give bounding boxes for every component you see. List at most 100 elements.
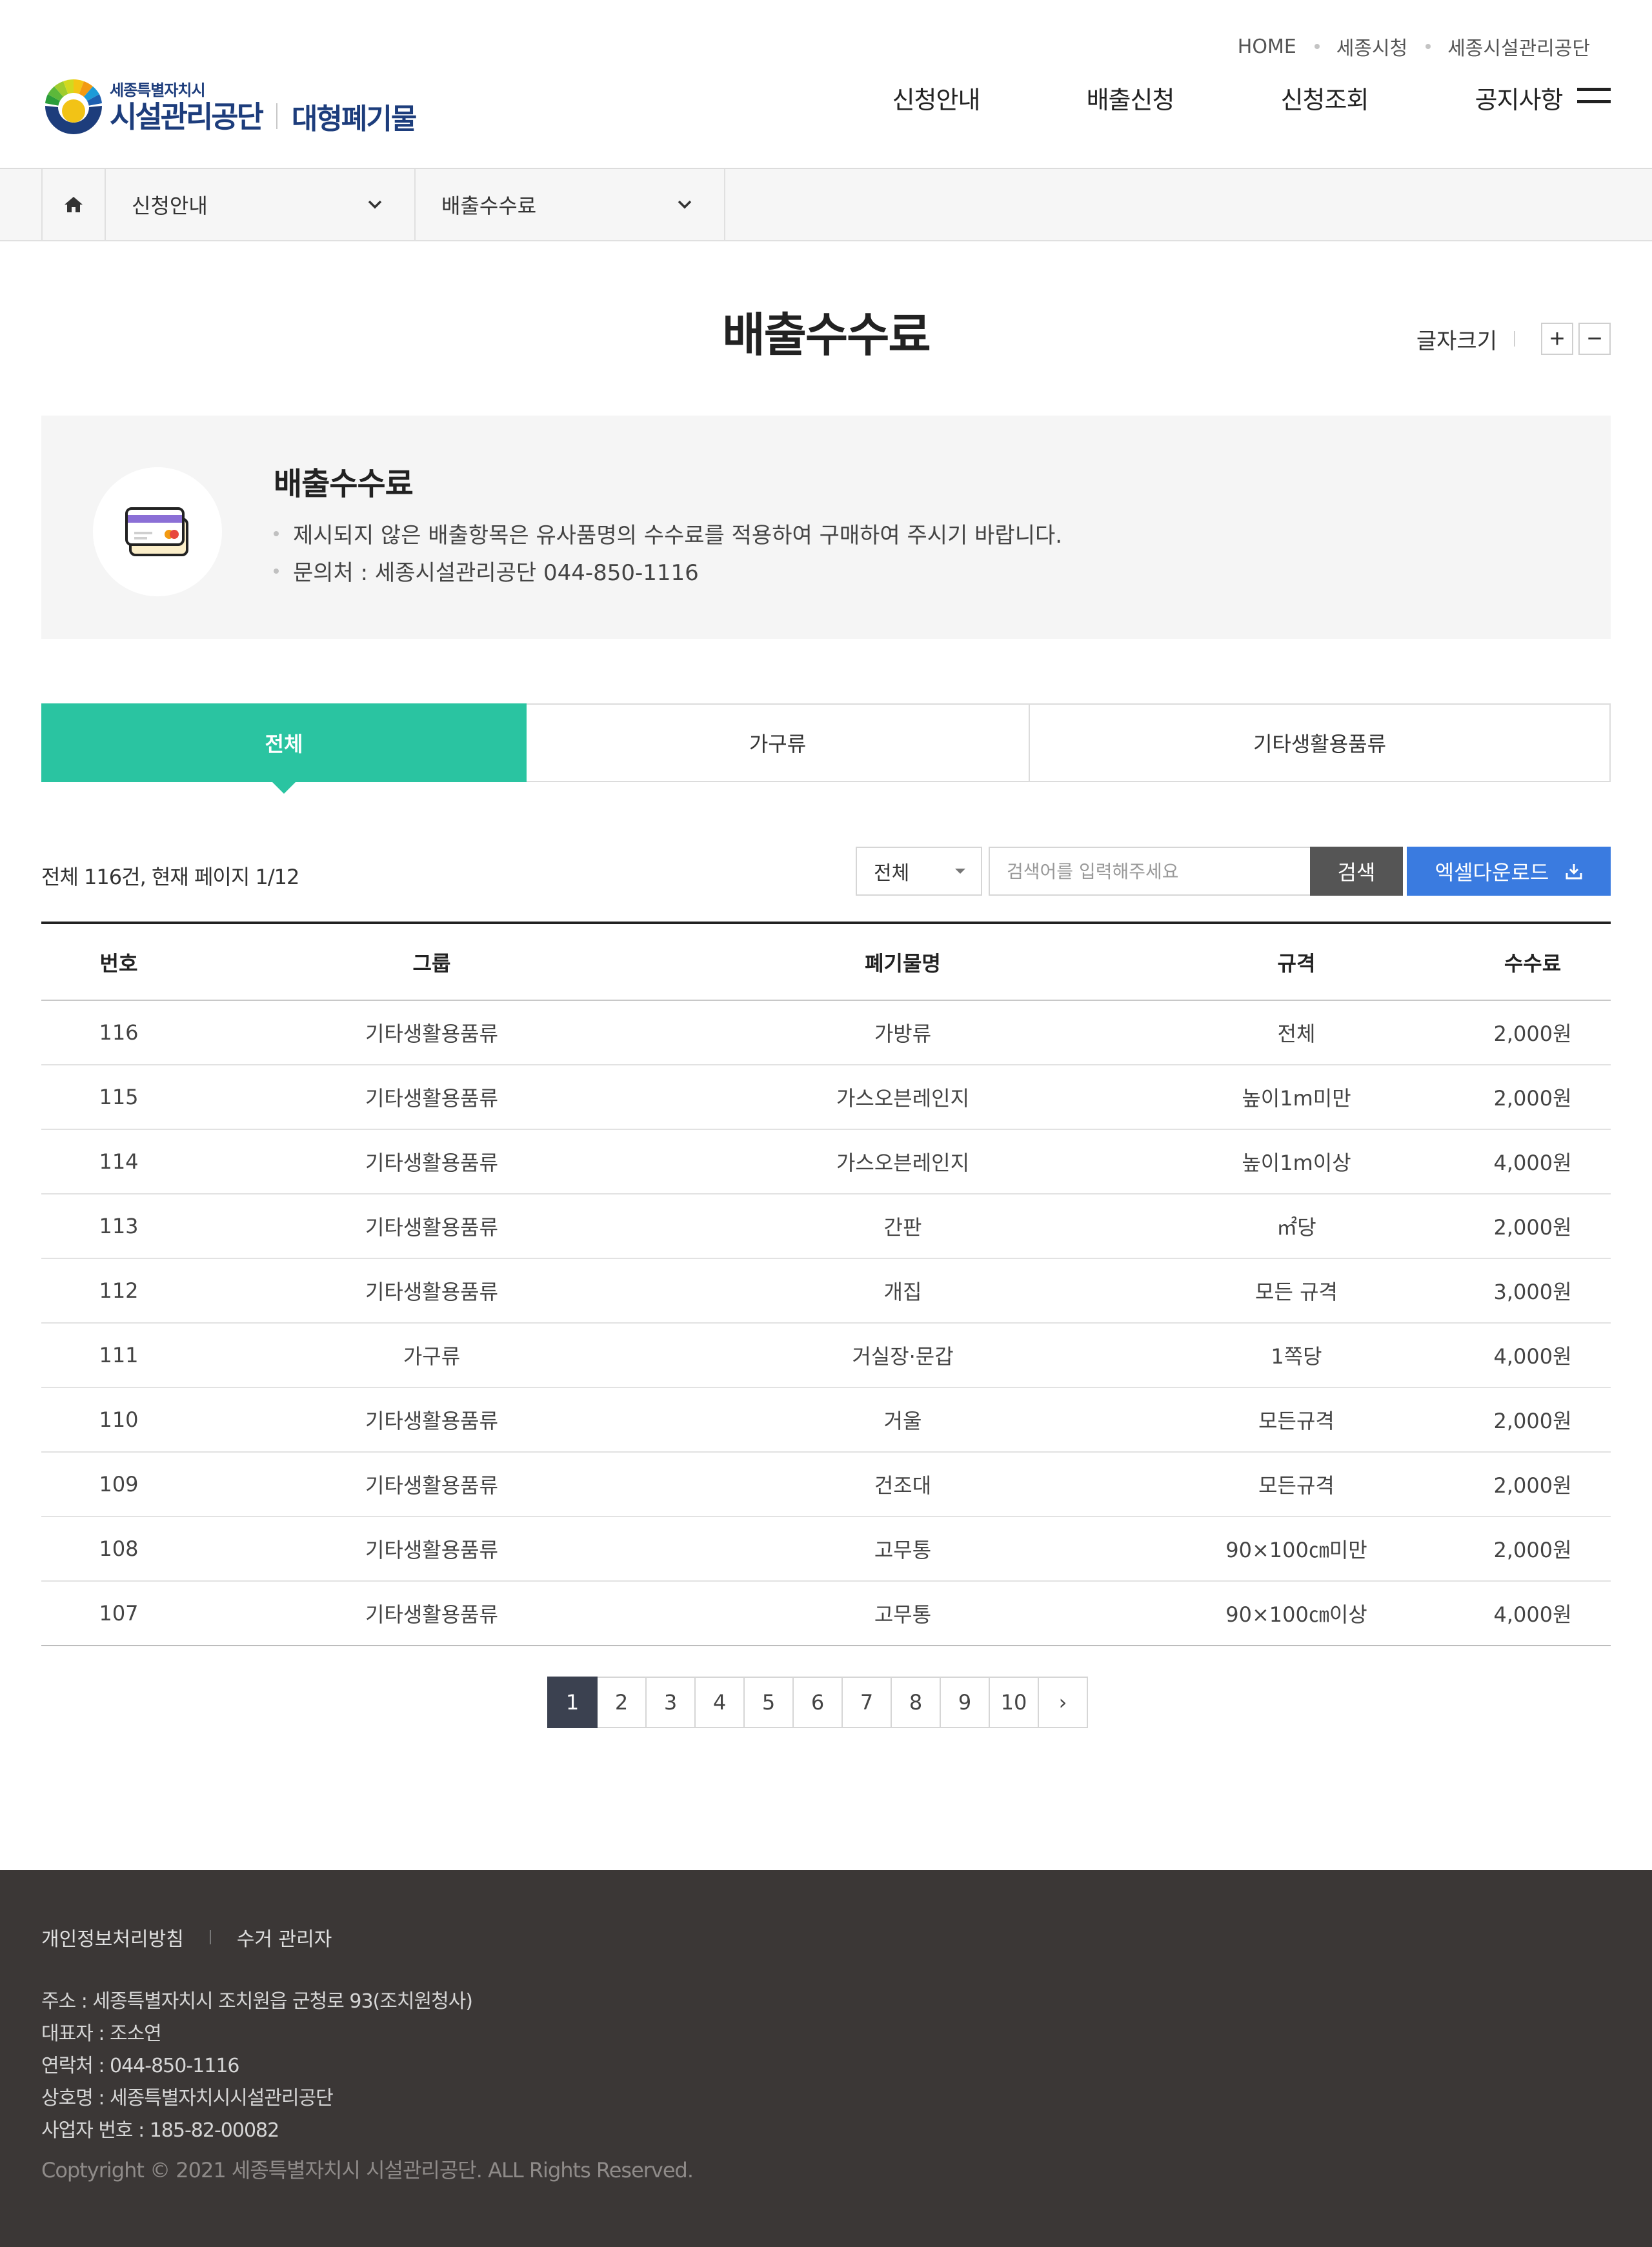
site-header: HOME 세종시청 세종시설관리공단 세종특별자치시 시설관리공단 대형폐기물 …	[0, 0, 1652, 169]
page-link-3[interactable]: 3	[645, 1677, 696, 1728]
tab-all[interactable]: 전체	[41, 703, 527, 794]
location-bar: 신청안내 배출수수료	[0, 169, 1652, 241]
cell-waste-name: 가방류	[667, 1000, 1138, 1065]
search-button[interactable]: 검색	[1310, 847, 1403, 896]
table-row: 109 기타생활용품류 건조대 모든규격 2,000원	[41, 1452, 1611, 1517]
tab-furniture[interactable]: 가구류	[527, 703, 1030, 782]
footer-company: 상호명 : 세종특별자치시시설관리공단	[41, 2087, 334, 2110]
footer-contact: 연락처 : 044-850-1116	[41, 2055, 239, 2077]
util-separator-dot	[1314, 44, 1320, 49]
footer-copyright: Coptyright © 2021 세종특별자치시 시설관리공단. ALL Ri…	[41, 2158, 694, 2182]
logo-title: 시설관리공단	[110, 99, 264, 134]
cell-group: 기타생활용품류	[196, 1387, 667, 1453]
font-size-label: 글자크기	[1416, 328, 1497, 354]
font-size-decrease-button[interactable]: −	[1578, 323, 1611, 355]
table-header-row: 번호 그룹 폐기물명 규격 수수료	[41, 922, 1611, 1001]
util-link-sejong-city[interactable]: 세종시청	[1336, 32, 1407, 61]
cell-fee: 2,000원	[1455, 1000, 1611, 1065]
table-row: 116 기타생활용품류 가방류 전체 2,000원	[41, 1000, 1611, 1065]
next-page-icon[interactable]: ›	[1038, 1677, 1088, 1728]
info-title: 배출수수료	[274, 466, 414, 502]
footer-link-privacy[interactable]: 개인정보처리방침	[41, 1923, 184, 1951]
logo-text: 세종특별자치시 시설관리공단	[110, 81, 264, 134]
cell-waste-name: 고무통	[667, 1581, 1138, 1646]
cell-group: 기타생활용품류	[196, 1516, 667, 1582]
footer-link-separator	[209, 1930, 211, 1944]
location-depth2-dropdown[interactable]: 배출수수료	[416, 169, 725, 240]
util-link-facility-corp[interactable]: 세종시설관리공단	[1447, 32, 1590, 61]
page-link-1[interactable]: 1	[547, 1677, 598, 1728]
logo-service-name: 대형폐기물	[291, 103, 417, 136]
hamburger-icon[interactable]	[1577, 88, 1611, 108]
cell-spec: 높이1m이상	[1138, 1129, 1455, 1194]
cell-number: 113	[41, 1194, 196, 1259]
font-size-separator	[1514, 331, 1515, 347]
cell-number: 108	[41, 1516, 196, 1582]
page-link-4[interactable]: 4	[694, 1677, 745, 1728]
page-link-9[interactable]: 9	[940, 1677, 990, 1728]
page-link-5[interactable]: 5	[743, 1677, 794, 1728]
cell-number: 109	[41, 1452, 196, 1517]
col-header-number: 번호	[41, 922, 196, 1001]
caret-down-icon	[955, 869, 965, 874]
footer-business-number: 사업자 번호 : 185-82-00082	[41, 2119, 279, 2142]
location-depth1-dropdown[interactable]: 신청안내	[106, 169, 416, 240]
table-row: 111 가구류 거실장·문갑 1쪽당 4,000원	[41, 1323, 1611, 1388]
card-icon	[93, 467, 222, 596]
nav-item-lookup[interactable]: 신청조회	[1227, 80, 1422, 116]
font-size-control: 글자크기 + −	[1416, 323, 1611, 355]
location-depth1-label: 신청안내	[132, 194, 208, 218]
cell-waste-name: 가스오븐레인지	[667, 1129, 1138, 1194]
cell-number: 111	[41, 1323, 196, 1388]
table-row: 113 기타생활용품류 간판 ㎡당 2,000원	[41, 1194, 1611, 1259]
search-input[interactable]	[989, 847, 1311, 896]
page-link-7[interactable]: 7	[841, 1677, 892, 1728]
cell-spec: 90×100㎝미만	[1138, 1516, 1455, 1582]
table-row: 108 기타생활용품류 고무통 90×100㎝미만 2,000원	[41, 1516, 1611, 1582]
footer-link-collector-admin[interactable]: 수거 관리자	[237, 1923, 332, 1951]
footer-links: 개인정보처리방침 수거 관리자	[41, 1923, 332, 1951]
cell-fee: 2,000원	[1455, 1452, 1611, 1517]
total-count-text: 전체 116건, 현재 페이지 1/12	[41, 865, 299, 889]
footer-ceo: 대표자 : 조소연	[41, 2022, 162, 2045]
cell-number: 107	[41, 1581, 196, 1646]
site-logo[interactable]: 세종특별자치시 시설관리공단 대형폐기물	[41, 74, 417, 141]
home-icon[interactable]	[41, 169, 106, 240]
cell-fee: 2,000원	[1455, 1065, 1611, 1130]
page-link-2[interactable]: 2	[596, 1677, 647, 1728]
table-row: 112 기타생활용품류 개집 모든 규격 3,000원	[41, 1258, 1611, 1324]
page-link-10[interactable]: 10	[989, 1677, 1039, 1728]
table-row: 115 기타생활용품류 가스오븐레인지 높이1m미만 2,000원	[41, 1065, 1611, 1130]
nav-item-guide[interactable]: 신청안내	[839, 80, 1033, 116]
page-link-6[interactable]: 6	[792, 1677, 843, 1728]
cell-fee: 4,000원	[1455, 1129, 1611, 1194]
excel-download-button[interactable]: 엑셀다운로드	[1407, 847, 1611, 896]
cell-number: 112	[41, 1258, 196, 1324]
cell-number: 115	[41, 1065, 196, 1130]
nav-item-apply[interactable]: 배출신청	[1033, 80, 1227, 116]
tab-other-household[interactable]: 기타생활용품류	[1030, 703, 1611, 782]
cell-group: 기타생활용품류	[196, 1129, 667, 1194]
cell-spec: 높이1m미만	[1138, 1065, 1455, 1130]
table-row: 110 기타생활용품류 거울 모든규격 2,000원	[41, 1387, 1611, 1453]
info-text: 제시되지 않은 배출항목은 유사품명의 수수료를 적용하여 구매하여 주시기 바…	[293, 523, 1063, 549]
info-list-item: 문의처 : 세종시설관리공단 044-850-1116	[274, 555, 699, 587]
bullet-dot	[274, 568, 279, 574]
search-category-select[interactable]: 전체	[856, 847, 982, 896]
logo-sunburst-icon	[45, 79, 102, 134]
logo-divider	[276, 103, 277, 129]
cell-waste-name: 고무통	[667, 1516, 1138, 1582]
col-header-fee: 수수료	[1455, 922, 1611, 1001]
util-link-home[interactable]: HOME	[1238, 35, 1296, 58]
chevron-down-icon	[678, 200, 692, 209]
cell-waste-name: 건조대	[667, 1452, 1138, 1517]
col-header-group: 그룹	[196, 922, 667, 1001]
cell-number: 116	[41, 1000, 196, 1065]
utility-links: HOME 세종시청 세종시설관리공단	[1238, 32, 1590, 61]
cell-spec: 모든규격	[1138, 1452, 1455, 1517]
cell-waste-name: 개집	[667, 1258, 1138, 1324]
cell-spec: 1쪽당	[1138, 1323, 1455, 1388]
page-link-8[interactable]: 8	[891, 1677, 941, 1728]
font-size-increase-button[interactable]: +	[1541, 323, 1573, 355]
cell-spec: 모든 규격	[1138, 1258, 1455, 1324]
